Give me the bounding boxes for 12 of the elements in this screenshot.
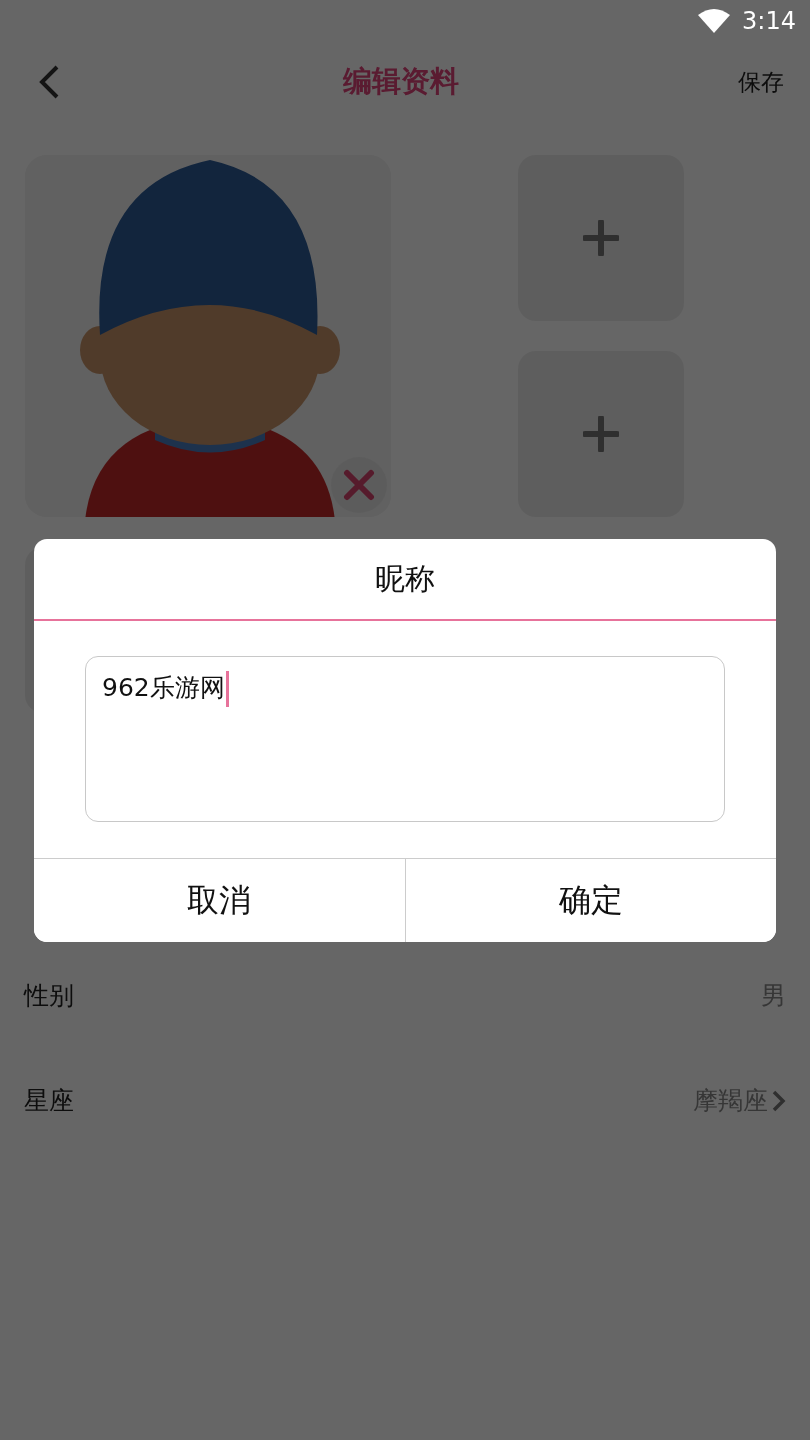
plus-icon <box>583 416 619 452</box>
field-label: 星座 <box>24 1085 74 1117</box>
plus-icon <box>583 220 619 256</box>
dialog-title: 昵称 <box>375 559 435 598</box>
page-title: 编辑资料 <box>343 63 459 100</box>
close-icon <box>343 469 375 501</box>
confirm-button[interactable]: 确定 <box>404 859 776 942</box>
field-label: 性别 <box>24 980 74 1012</box>
back-icon <box>38 64 60 100</box>
wifi-icon <box>698 9 731 33</box>
nickname-field[interactable]: 962乐游网 <box>85 656 725 822</box>
status-time: 3:14 <box>742 7 796 35</box>
